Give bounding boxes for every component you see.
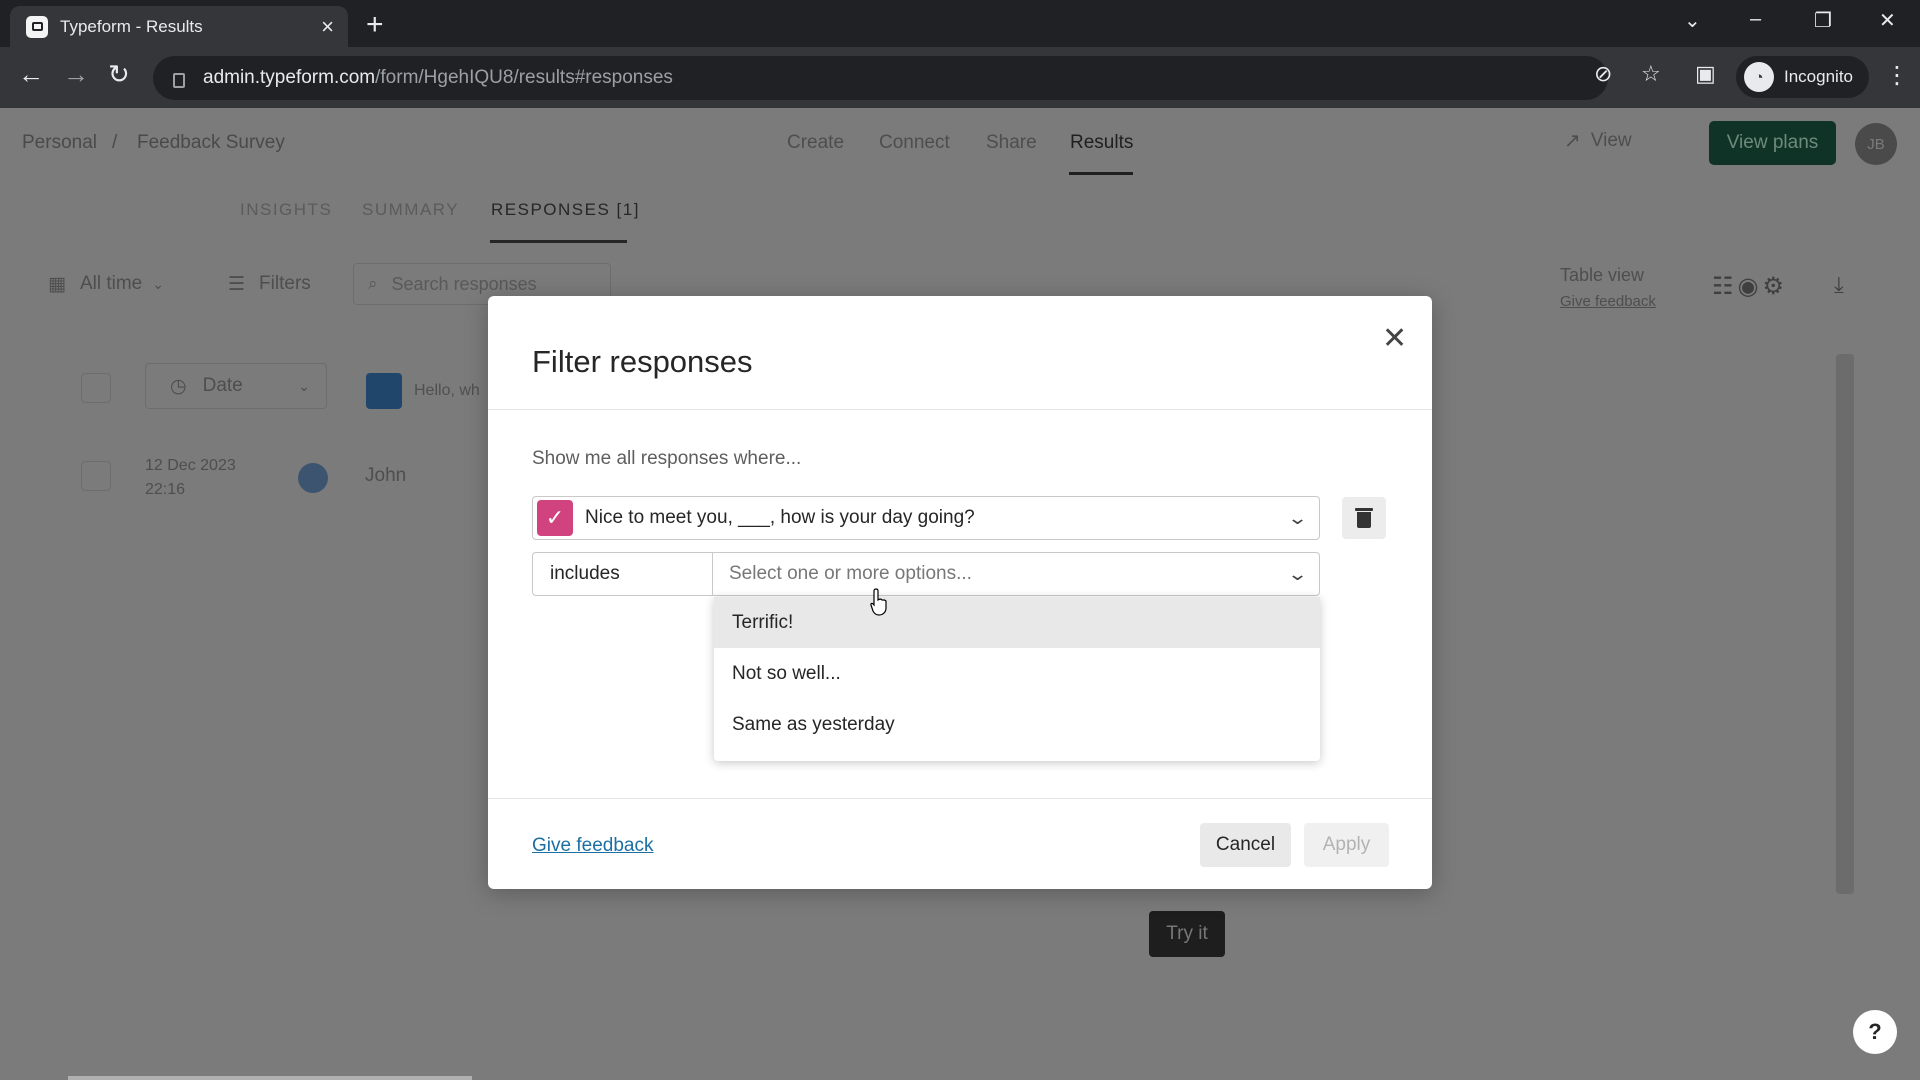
operator-select[interactable]: includes <box>532 552 712 596</box>
time-filter-dropdown[interactable]: ▦ All time ⌄ <box>48 263 164 305</box>
search-placeholder: Search responses <box>391 273 537 294</box>
option-not-so-well[interactable]: Not so well... <box>714 648 1320 699</box>
avatar[interactable]: JB <box>1855 123 1897 165</box>
app-header: Personal / Feedback Survey Create Connec… <box>0 108 1920 176</box>
address-bar-row: ← → ↻ admin.typeform.com /form/HgehIQU8/… <box>0 47 1920 108</box>
tab-title: Typeform - Results <box>60 16 203 36</box>
url-field[interactable]: admin.typeform.com /form/HgehIQU8/result… <box>153 56 1608 100</box>
browser-tab-bar: Typeform - Results × + ⌄ – ❐ ✕ <box>0 0 1920 47</box>
options-select[interactable]: Select one or more options... ⌄ <box>712 552 1320 596</box>
hand-cursor-icon <box>870 588 887 616</box>
clock-icon: ◷ <box>170 375 187 397</box>
nav-create[interactable]: Create <box>787 132 844 154</box>
horizontal-scrollbar[interactable] <box>68 1076 472 1080</box>
filter-lead-text: Show me all responses where... <box>532 448 802 469</box>
modal-footer-divider <box>488 798 1432 799</box>
question-select[interactable]: ✓ Nice to meet you, ___, how is your day… <box>532 496 1320 540</box>
select-all-checkbox[interactable] <box>81 373 111 403</box>
nav-connect[interactable]: Connect <box>879 132 950 154</box>
view-form-link[interactable]: ↗ View <box>1564 128 1632 153</box>
incognito-badge[interactable]: ◔ Incognito <box>1736 56 1869 98</box>
breadcrumb-personal[interactable]: Personal <box>22 132 97 154</box>
filter-responses-modal: Filter responses ✕ Show me all responses… <box>488 296 1432 889</box>
filters-button[interactable]: ☰ Filters <box>228 263 311 305</box>
close-icon[interactable]: ✕ <box>1382 324 1407 354</box>
help-button[interactable]: ? <box>1853 1010 1897 1054</box>
table-view-toggle-icons[interactable]: ☷◉⚙ <box>1712 272 1788 301</box>
modal-title: Filter responses <box>532 344 753 379</box>
table-view-feedback-link[interactable]: Give feedback <box>1560 293 1656 310</box>
question-column-header[interactable]: Hello, wh <box>414 382 480 400</box>
subtab-insights[interactable]: INSIGHTS <box>240 200 332 220</box>
url-path: /form/HgehIQU8/results#responses <box>375 67 673 88</box>
row-time-text: 22:16 <box>145 481 186 498</box>
table-view-label: Table view <box>1560 265 1645 285</box>
back-icon[interactable]: ← <box>18 61 44 87</box>
minimize-icon[interactable]: – <box>1750 8 1761 31</box>
table-row-date: 12 Dec 2023 22:16 <box>145 454 236 502</box>
bookmark-star-icon[interactable]: ☆ <box>1641 63 1661 85</box>
options-dropdown-menu: Terrific! Not so well... Same as yesterd… <box>714 597 1320 761</box>
incognito-label: Incognito <box>1784 67 1853 86</box>
filters-label: Filters <box>259 273 311 294</box>
new-tab-button[interactable]: + <box>366 10 384 40</box>
reload-icon[interactable]: ↻ <box>108 61 130 87</box>
view-label: View <box>1590 129 1632 151</box>
chevron-down-icon: ⌄ <box>1286 507 1309 528</box>
url-host: admin.typeform.com <box>203 67 376 88</box>
question-select-value: Nice to meet you, ___, how is your day g… <box>585 507 975 528</box>
table-row-name[interactable]: John <box>365 465 406 487</box>
trash-icon-body <box>1357 512 1371 528</box>
trash-icon <box>1355 508 1373 511</box>
tab-search-chevron-icon[interactable]: ⌄ <box>1684 8 1701 33</box>
chevron-down-icon: ⌄ <box>152 275 164 292</box>
typeform-favicon-icon <box>26 15 48 38</box>
breadcrumb-separator: / <box>112 132 118 153</box>
filter-lines-icon: ☰ <box>228 273 246 295</box>
nav-active-indicator <box>1069 172 1133 175</box>
scrollbar[interactable] <box>1836 354 1854 894</box>
try-it-button[interactable]: Try it <box>1149 911 1225 957</box>
nav-results[interactable]: Results <box>1070 132 1133 154</box>
nav-share[interactable]: Share <box>986 132 1037 154</box>
eye-slash-icon[interactable]: ⊘ <box>1594 63 1612 85</box>
modal-header-divider <box>488 409 1432 410</box>
subtab-summary[interactable]: SUMMARY <box>362 200 459 220</box>
lock-icon <box>173 72 185 88</box>
question-type-icon <box>366 373 402 409</box>
date-column-header[interactable]: ◷ Date ⌄ <box>145 363 327 409</box>
row-checkbox[interactable] <box>81 461 111 491</box>
delete-condition-button[interactable] <box>1342 497 1386 539</box>
external-link-icon: ↗ <box>1564 130 1581 152</box>
option-terrific[interactable]: Terrific! <box>714 597 1320 648</box>
options-placeholder: Select one or more options... <box>729 563 972 584</box>
subtab-active-indicator <box>490 240 627 243</box>
search-icon: ⌕ <box>368 274 378 293</box>
download-icon[interactable]: ⤓ <box>1834 274 1844 296</box>
window-close-icon[interactable]: ✕ <box>1879 8 1896 33</box>
browser-tab[interactable]: Typeform - Results × <box>10 6 348 47</box>
chevron-down-icon: ⌄ <box>298 377 310 394</box>
forward-icon[interactable]: → <box>63 61 89 87</box>
apply-button[interactable]: Apply <box>1304 823 1389 867</box>
subtab-responses[interactable]: RESPONSES [1] <box>491 200 640 220</box>
cancel-button[interactable]: Cancel <box>1200 823 1291 867</box>
checkmark-icon: ✓ <box>537 500 573 536</box>
respondent-avatar <box>298 463 328 493</box>
view-plans-button[interactable]: View plans <box>1709 121 1836 165</box>
calendar-icon: ▦ <box>48 273 66 295</box>
browser-menu-icon[interactable]: ⋮ <box>1885 61 1909 90</box>
option-same-as-yesterday[interactable]: Same as yesterday <box>714 699 1320 750</box>
date-column-label: Date <box>202 375 243 396</box>
chevron-down-icon: ⌄ <box>1286 563 1309 584</box>
incognito-icon: ◔ <box>1744 62 1774 92</box>
tab-close-icon[interactable]: × <box>321 15 334 38</box>
time-filter-label: All time <box>79 273 143 294</box>
restore-icon[interactable]: ❐ <box>1814 8 1832 33</box>
side-panel-icon[interactable]: ▣ <box>1695 63 1716 85</box>
row-date-text: 12 Dec 2023 <box>145 457 236 474</box>
give-feedback-link[interactable]: Give feedback <box>532 835 653 857</box>
breadcrumb-form-name[interactable]: Feedback Survey <box>137 132 285 154</box>
